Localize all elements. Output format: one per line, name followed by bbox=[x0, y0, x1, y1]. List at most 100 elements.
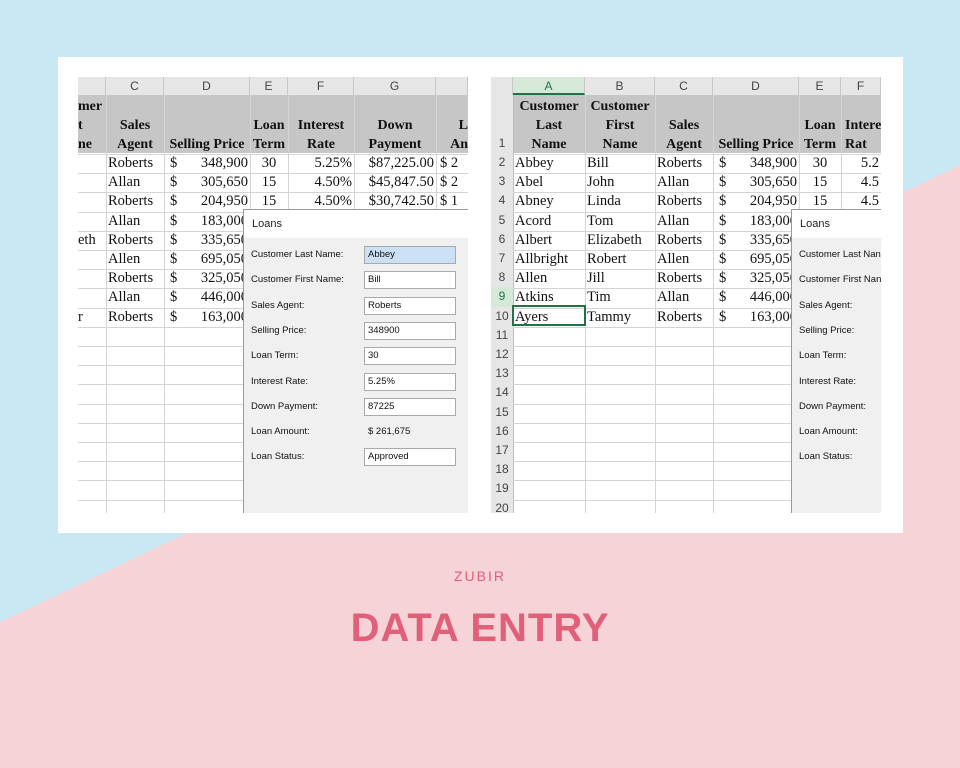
cell-sales-agent[interactable]: Roberts bbox=[108, 308, 164, 327]
cell-customer-last-name[interactable]: Abbey bbox=[515, 154, 583, 173]
row-header-4[interactable]: 4 bbox=[491, 191, 513, 210]
row-header-17[interactable]: 17 bbox=[491, 441, 513, 460]
row-header-19[interactable]: 19 bbox=[491, 479, 513, 498]
column-header-h[interactable] bbox=[436, 77, 468, 95]
row-header-7[interactable]: 7 bbox=[491, 249, 513, 268]
cell-down-payment[interactable]: $45,847.50 bbox=[354, 173, 434, 192]
cell-interest-rate[interactable]: 4.50% bbox=[288, 173, 352, 192]
row-header-9[interactable]: 9 bbox=[491, 287, 513, 307]
cell-loan-term[interactable]: 30 bbox=[250, 154, 288, 173]
cell-sales-agent[interactable]: Allan bbox=[108, 288, 164, 307]
dialog-field-input[interactable]: Bill bbox=[364, 271, 456, 290]
cell-customer-first-name[interactable]: John bbox=[587, 173, 653, 192]
cell-selling-price[interactable]: 163,000 bbox=[182, 308, 248, 327]
cell-interest-rate[interactable]: 5.2 bbox=[843, 154, 881, 173]
cell-sales-agent[interactable]: Allan bbox=[108, 173, 164, 192]
cell-customer-first-name[interactable]: Tom bbox=[587, 212, 653, 231]
dialog-field-input[interactable]: Approved bbox=[364, 448, 456, 467]
loans-dialog-right[interactable]: Loans Customer Last Nan Customer First Na… bbox=[791, 209, 881, 513]
cell-selling-price[interactable]: 183,000 bbox=[182, 212, 248, 231]
column-header-f-right[interactable]: F bbox=[841, 77, 881, 95]
row-header-18[interactable]: 18 bbox=[491, 460, 513, 479]
row-header-15[interactable]: 15 bbox=[491, 403, 513, 422]
loans-dialog[interactable]: Loans Customer Last Name: Abbey Customer F… bbox=[243, 209, 468, 513]
column-header-partial[interactable] bbox=[78, 77, 106, 95]
row-header-8[interactable]: 8 bbox=[491, 268, 513, 287]
row-header-13[interactable]: 13 bbox=[491, 364, 513, 383]
cell-loan-amount-partial[interactable]: $ 2 bbox=[440, 173, 468, 192]
cell-customer-last-name[interactable]: Abney bbox=[515, 192, 583, 211]
cell-sales-agent[interactable]: Allen bbox=[108, 250, 164, 269]
row-header-2[interactable]: 2 bbox=[491, 153, 513, 172]
cell-selling-price[interactable]: 204,950 bbox=[731, 192, 797, 211]
cell-customer-last-name[interactable]: Allen bbox=[515, 269, 583, 288]
column-header-g[interactable]: G bbox=[354, 77, 436, 95]
select-all-corner[interactable] bbox=[491, 77, 513, 95]
column-header-d-right[interactable]: D bbox=[713, 77, 799, 95]
cell-sales-agent[interactable]: Roberts bbox=[108, 231, 164, 250]
cell-selling-price[interactable]: 446,000 bbox=[731, 288, 797, 307]
cell-loan-amount-partial[interactable]: $ 2 bbox=[440, 154, 468, 173]
row-header-12[interactable]: 12 bbox=[491, 345, 513, 364]
cell-selling-price[interactable]: 348,900 bbox=[182, 154, 248, 173]
cell-loan-term[interactable]: 15 bbox=[799, 173, 841, 192]
column-header-c-right[interactable]: C bbox=[655, 77, 713, 95]
cell-selling-price[interactable]: 335,650 bbox=[182, 231, 248, 250]
column-header-e[interactable]: E bbox=[250, 77, 288, 95]
cell-sales-agent[interactable]: Allan bbox=[657, 288, 713, 307]
cell-customer-first-name[interactable]: Jill bbox=[587, 269, 653, 288]
cell-down-payment[interactable]: $87,225.00 bbox=[354, 154, 434, 173]
dialog-field-input[interactable]: Roberts bbox=[364, 296, 456, 315]
cell-sales-agent[interactable]: Roberts bbox=[657, 154, 713, 173]
cell-selling-price[interactable]: 695,050 bbox=[731, 250, 797, 269]
cell-customer-last-name[interactable]: Acord bbox=[515, 212, 583, 231]
cell-customer-last-name[interactable]: Albert bbox=[515, 231, 583, 250]
dialog-field-input[interactable]: 5.25% bbox=[364, 372, 456, 391]
dialog-field-input[interactable]: 348900 bbox=[364, 321, 456, 340]
active-cell-a9[interactable] bbox=[512, 305, 586, 326]
column-header-b[interactable]: B bbox=[585, 77, 655, 95]
cell-sales-agent[interactable]: Allen bbox=[657, 250, 713, 269]
row-header-6[interactable]: 6 bbox=[491, 230, 513, 249]
cell-selling-price[interactable]: 305,650 bbox=[182, 173, 248, 192]
cell-sales-agent[interactable]: Roberts bbox=[108, 154, 164, 173]
cell-interest-rate[interactable]: 4.5 bbox=[843, 173, 881, 192]
cell-customer-first-name[interactable]: Linda bbox=[587, 192, 653, 211]
cell-customer-last-name[interactable]: Abel bbox=[515, 173, 583, 192]
cell-loan-term[interactable]: 15 bbox=[250, 173, 288, 192]
cell-customer-first-name[interactable]: Elizabeth bbox=[587, 231, 653, 250]
cell-selling-price[interactable]: 695,050 bbox=[182, 250, 248, 269]
cell-sales-agent[interactable]: Roberts bbox=[108, 269, 164, 288]
row-header-1[interactable]: 1 bbox=[491, 95, 513, 153]
column-header-c[interactable]: C bbox=[106, 77, 164, 95]
cell-selling-price[interactable]: 348,900 bbox=[731, 154, 797, 173]
cell-sales-agent[interactable]: Roberts bbox=[657, 269, 713, 288]
cell-selling-price[interactable]: 325,050 bbox=[182, 269, 248, 288]
cell-customer-first-name[interactable]: Tim bbox=[587, 288, 653, 307]
cell-loan-term[interactable]: 30 bbox=[799, 154, 841, 173]
cell-customer-first-name[interactable]: Bill bbox=[587, 154, 653, 173]
cell-sales-agent[interactable]: Allan bbox=[657, 173, 713, 192]
row-header-20[interactable]: 20 bbox=[491, 499, 513, 513]
cell-selling-price[interactable]: 163,000 bbox=[731, 308, 797, 327]
cell-selling-price[interactable]: 183,000 bbox=[731, 212, 797, 231]
cell-sales-agent[interactable]: Allan bbox=[657, 212, 713, 231]
cell-selling-price[interactable]: 325,050 bbox=[731, 269, 797, 288]
column-header-a[interactable]: A bbox=[513, 77, 585, 95]
row-header-5[interactable]: 5 bbox=[491, 211, 513, 230]
row-header-14[interactable]: 14 bbox=[491, 383, 513, 402]
row-header-10[interactable]: 10 bbox=[491, 307, 513, 326]
cell-customer-first-name[interactable]: Robert bbox=[587, 250, 653, 269]
dialog-field-input[interactable]: Abbey bbox=[364, 246, 456, 264]
cell-selling-price[interactable]: 446,000 bbox=[182, 288, 248, 307]
cell-sales-agent[interactable]: Roberts bbox=[657, 231, 713, 250]
cell-sales-agent[interactable]: Allan bbox=[108, 212, 164, 231]
column-header-f[interactable]: F bbox=[288, 77, 354, 95]
cell-interest-rate[interactable]: 5.25% bbox=[288, 154, 352, 173]
cell-customer-first-name[interactable]: Tammy bbox=[587, 308, 653, 327]
dialog-field-input[interactable]: 30 bbox=[364, 347, 456, 366]
cell-selling-price[interactable]: 335,650 bbox=[731, 231, 797, 250]
cell-sales-agent[interactable]: Roberts bbox=[657, 308, 713, 327]
row-header-3[interactable]: 3 bbox=[491, 172, 513, 191]
column-header-e-right[interactable]: E bbox=[799, 77, 841, 95]
